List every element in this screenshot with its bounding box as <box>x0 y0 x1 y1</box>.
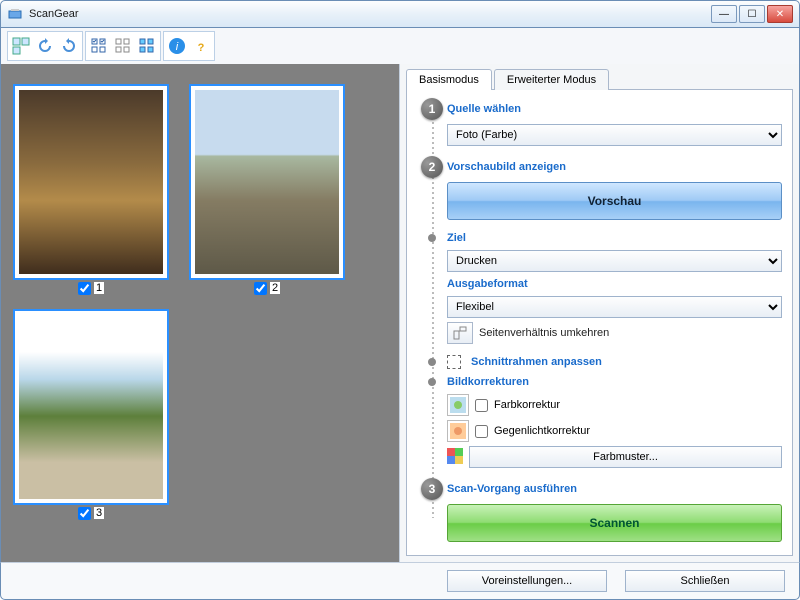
aspect-ratio-label: Seitenverhältnis umkehren <box>479 325 782 341</box>
step-badge-2: 2 <box>421 156 443 178</box>
crop-frame-label[interactable]: Schnittrahmen anpassen <box>471 354 782 370</box>
close-window-button[interactable]: Schließen <box>625 570 785 592</box>
thumbnail[interactable]: 1 <box>13 84 169 295</box>
preferences-button[interactable]: Voreinstellungen... <box>447 570 607 592</box>
thumbnail-checkbox[interactable] <box>78 507 91 520</box>
minimize-button[interactable]: — <box>711 5 737 23</box>
scan-button[interactable]: Scannen <box>447 504 782 542</box>
corrections-label: Bildkorrekturen <box>447 374 782 390</box>
crop-frame-icon <box>447 355 461 369</box>
step3-title: Scan-Vorgang ausführen <box>447 481 782 497</box>
step2-title: Vorschaubild anzeigen <box>447 159 782 175</box>
preview-button[interactable]: Vorschau <box>447 182 782 220</box>
rotate-right-icon[interactable] <box>57 33 81 59</box>
thumbnail-checkbox[interactable] <box>78 282 91 295</box>
output-format-select[interactable]: Flexibel <box>447 296 782 318</box>
select-all-frames-icon[interactable] <box>135 33 159 59</box>
info-icon[interactable]: i <box>165 33 189 59</box>
titlebar: ScanGear — ☐ ✕ <box>0 0 800 28</box>
bottom-bar: Voreinstellungen... Schließen <box>0 562 800 600</box>
color-pattern-button[interactable]: Farbmuster... <box>469 446 782 468</box>
source-select[interactable]: Foto (Farbe) <box>447 124 782 146</box>
backlight-correction-icon <box>447 420 469 442</box>
window-title: ScanGear <box>29 8 711 20</box>
output-format-label: Ausgabeformat <box>447 276 782 292</box>
backlight-correction-label: Gegenlichtkorrektur <box>494 425 590 437</box>
thumbnail[interactable]: 2 <box>189 84 345 295</box>
select-none-icon[interactable] <box>111 33 135 59</box>
app-icon <box>7 6 23 22</box>
color-pattern-icon <box>447 448 463 467</box>
tab-basic[interactable]: Basismodus <box>406 69 492 90</box>
target-label: Ziel <box>447 230 782 246</box>
step-badge-3: 3 <box>421 478 443 500</box>
color-correction-label: Farbkorrektur <box>494 399 560 411</box>
step-badge-1: 1 <box>421 98 443 120</box>
preview-pane: 1 2 3 <box>1 64 399 562</box>
thumbnail-index: 1 <box>94 282 104 294</box>
aspect-ratio-swap-icon[interactable] <box>447 322 473 344</box>
maximize-button[interactable]: ☐ <box>739 5 765 23</box>
thumbnail-index: 3 <box>94 507 104 519</box>
tab-label: Erweiterter Modus <box>507 74 596 86</box>
color-correction-checkbox[interactable] <box>475 399 488 412</box>
thumbnail-image <box>195 90 339 274</box>
toolbar: i ? <box>0 28 800 64</box>
help-icon[interactable]: ? <box>189 33 213 59</box>
backlight-correction-checkbox[interactable] <box>475 425 488 438</box>
settings-panel: Basismodus Erweiterter Modus 1Quelle wäh… <box>399 64 799 562</box>
thumbnail-index: 2 <box>270 282 280 294</box>
step1-title: Quelle wählen <box>447 101 782 117</box>
thumbnail-view-icon[interactable] <box>9 33 33 59</box>
rotate-left-icon[interactable] <box>33 33 57 59</box>
tab-advanced[interactable]: Erweiterter Modus <box>494 69 609 90</box>
thumbnail-image <box>19 90 163 274</box>
color-correction-icon <box>447 394 469 416</box>
thumbnail-image <box>19 315 163 499</box>
thumbnail-checkbox[interactable] <box>254 282 267 295</box>
thumbnail[interactable]: 3 <box>13 309 169 520</box>
target-select[interactable]: Drucken <box>447 250 782 272</box>
close-button[interactable]: ✕ <box>767 5 793 23</box>
tab-label: Basismodus <box>419 74 479 86</box>
select-all-checked-icon[interactable] <box>87 33 111 59</box>
svg-text:?: ? <box>198 42 205 54</box>
